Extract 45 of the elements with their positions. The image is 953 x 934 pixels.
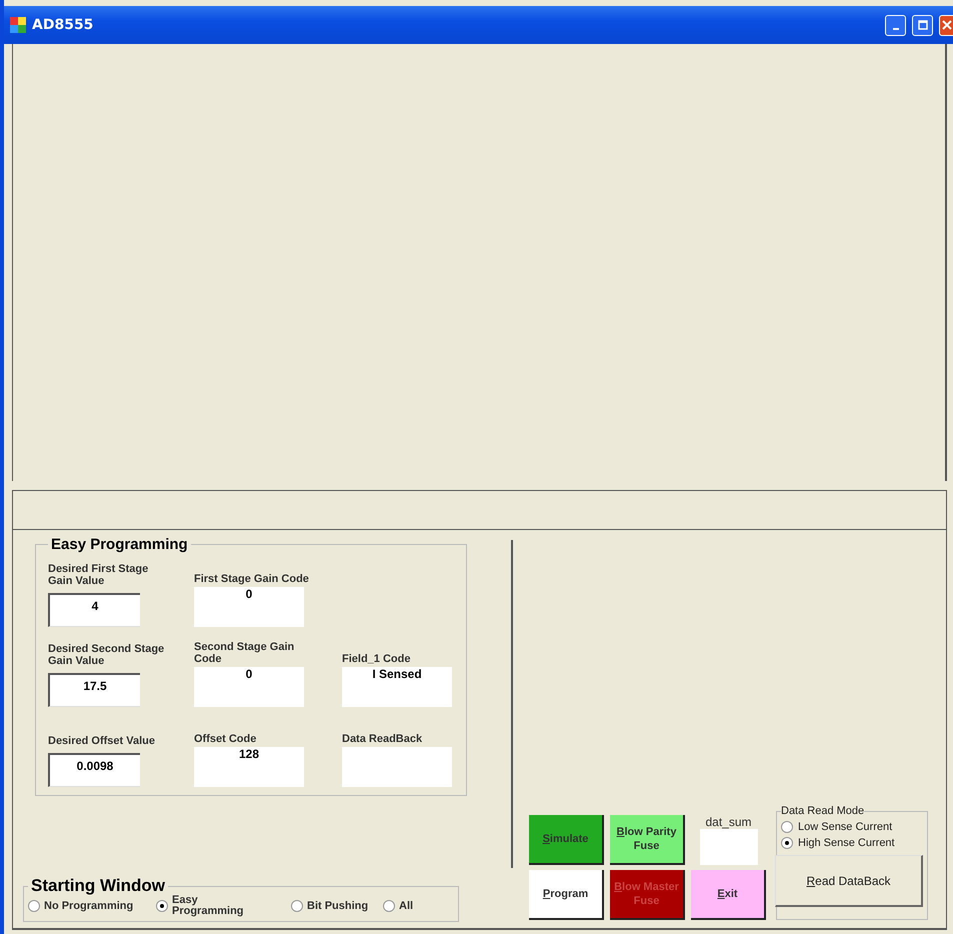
radio-label[interactable]: High Sense Current [798,837,895,849]
field-label: Second Stage Gain Code [194,641,296,665]
field-label: Field_1 Code [342,653,412,665]
radio-button[interactable] [781,837,793,849]
field-label: dat_sum [705,815,752,829]
radio-label[interactable]: Easy Programming [172,895,268,917]
group-title: Starting Window [30,877,166,895]
read-databack-button[interactable]: Read DataBack [775,855,923,907]
radio-button[interactable] [291,900,303,912]
radio-button[interactable] [383,900,395,912]
radio-button[interactable] [781,821,793,833]
maximize-icon [918,20,928,30]
group-title: Easy Programming [50,536,189,553]
field-label: Desired First Stage Gain Value [48,563,150,587]
program-button[interactable]: Program [529,870,604,920]
output-field: 0 [194,667,304,707]
field-label: Desired Offset Value [48,735,156,747]
app-icon [10,17,26,33]
radio-button[interactable] [156,900,168,912]
output-field: I Sensed [342,667,452,707]
simulate-button[interactable]: Simulate [529,815,604,865]
output-field [700,829,758,865]
close-button[interactable] [939,14,953,36]
exit-button[interactable]: Exit [691,870,766,920]
radio-label[interactable]: Bit Pushing [307,900,383,912]
input-field[interactable]: 0.0098 [48,753,140,787]
radio-label[interactable]: All [399,900,443,912]
output-field: 0 [194,587,304,627]
radio-label[interactable]: Low Sense Current [798,821,892,833]
window-title: AD8555 [32,17,94,33]
blow-parity-fuse-button[interactable]: Blow Parity Fuse [610,815,685,865]
input-field[interactable]: 4 [48,593,140,627]
maximize-button[interactable] [912,14,933,36]
radio-button[interactable] [28,900,40,912]
close-icon [942,20,952,30]
field-label: First Stage Gain Code [194,573,310,585]
field-label: Desired Second Stage Gain Value [48,643,166,667]
minimize-icon [892,28,898,30]
radio-label[interactable]: No Programming [44,900,140,912]
input-field[interactable]: 17.5 [48,673,140,707]
field-label: Offset Code [194,733,258,745]
field-label: Data ReadBack [342,733,424,745]
minimize-button[interactable] [885,14,906,36]
group-title: Data Read Mode [781,805,864,817]
output-field: 128 [194,747,304,787]
